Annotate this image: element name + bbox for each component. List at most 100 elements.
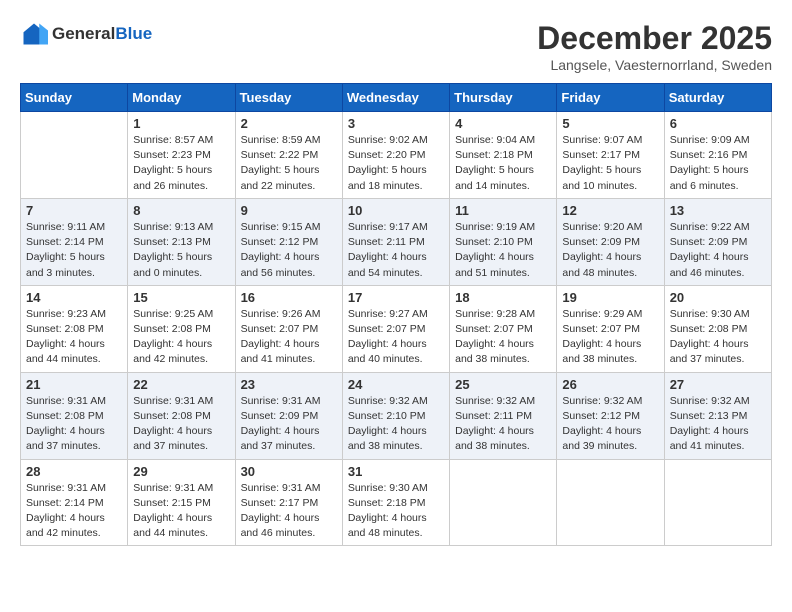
calendar-cell: 21Sunrise: 9:31 AM Sunset: 2:08 PM Dayli… — [21, 372, 128, 459]
day-header-sunday: Sunday — [21, 84, 128, 112]
cell-info: Sunrise: 9:31 AM Sunset: 2:17 PM Dayligh… — [241, 481, 337, 542]
day-header-wednesday: Wednesday — [342, 84, 449, 112]
cell-day-number: 7 — [26, 203, 122, 218]
cell-day-number: 24 — [348, 377, 444, 392]
cell-day-number: 4 — [455, 116, 551, 131]
cell-day-number: 11 — [455, 203, 551, 218]
cell-info: Sunrise: 9:09 AM Sunset: 2:16 PM Dayligh… — [670, 133, 766, 194]
cell-info: Sunrise: 9:31 AM Sunset: 2:08 PM Dayligh… — [133, 394, 229, 455]
week-row-1: 1Sunrise: 8:57 AM Sunset: 2:23 PM Daylig… — [21, 112, 772, 199]
cell-info: Sunrise: 9:27 AM Sunset: 2:07 PM Dayligh… — [348, 307, 444, 368]
week-row-4: 21Sunrise: 9:31 AM Sunset: 2:08 PM Dayli… — [21, 372, 772, 459]
cell-day-number: 6 — [670, 116, 766, 131]
cell-info: Sunrise: 9:22 AM Sunset: 2:09 PM Dayligh… — [670, 220, 766, 281]
cell-info: Sunrise: 9:30 AM Sunset: 2:08 PM Dayligh… — [670, 307, 766, 368]
calendar-cell: 12 Sunrise: 9:20 AM Sunset: 2:09 PM Dayli… — [557, 198, 664, 285]
calendar-cell: 11 Sunrise: 9:19 AM Sunset: 2:10 PM Dayli… — [450, 198, 557, 285]
calendar-cell: 29 Sunrise: 9:31 AM Sunset: 2:15 PM Dayli… — [128, 459, 235, 546]
calendar-cell: 25Sunrise: 9:32 AM Sunset: 2:11 PM Dayli… — [450, 372, 557, 459]
cell-info: Sunrise: 9:29 AM Sunset: 2:07 PM Dayligh… — [562, 307, 658, 368]
cell-info: Sunrise: 9:32 AM Sunset: 2:12 PM Dayligh… — [562, 394, 658, 455]
calendar-cell: 27Sunrise: 9:32 AM Sunset: 2:13 PM Dayli… — [664, 372, 771, 459]
cell-info: Sunrise: 9:02 AM Sunset: 2:20 PM Dayligh… — [348, 133, 444, 194]
cell-day-number: 9 — [241, 203, 337, 218]
cell-day-number: 12 — [562, 203, 658, 218]
cell-day-number: 22 — [133, 377, 229, 392]
cell-info: Sunrise: 9:30 AM Sunset: 2:18 PM Dayligh… — [348, 481, 444, 542]
calendar-cell: 17 Sunrise: 9:27 AM Sunset: 2:07 PM Dayli… — [342, 285, 449, 372]
cell-info: Sunrise: 9:32 AM Sunset: 2:11 PM Dayligh… — [455, 394, 551, 455]
cell-day-number: 17 — [348, 290, 444, 305]
logo-blue: Blue — [115, 24, 152, 43]
header-row: SundayMondayTuesdayWednesdayThursdayFrid… — [21, 84, 772, 112]
calendar-cell: 15 Sunrise: 9:25 AM Sunset: 2:08 PM Dayli… — [128, 285, 235, 372]
calendar-cell — [450, 459, 557, 546]
cell-info: Sunrise: 9:31 AM Sunset: 2:15 PM Dayligh… — [133, 481, 229, 542]
cell-day-number: 28 — [26, 464, 122, 479]
calendar-cell: 2 Sunrise: 8:59 AM Sunset: 2:22 PM Daylig… — [235, 112, 342, 199]
cell-day-number: 14 — [26, 290, 122, 305]
day-header-thursday: Thursday — [450, 84, 557, 112]
cell-day-number: 15 — [133, 290, 229, 305]
cell-info: Sunrise: 9:15 AM Sunset: 2:12 PM Dayligh… — [241, 220, 337, 281]
cell-day-number: 18 — [455, 290, 551, 305]
cell-info: Sunrise: 9:20 AM Sunset: 2:09 PM Dayligh… — [562, 220, 658, 281]
calendar-cell: 13 Sunrise: 9:22 AM Sunset: 2:09 PM Dayli… — [664, 198, 771, 285]
calendar-cell: 26 Sunrise: 9:32 AM Sunset: 2:12 PM Dayli… — [557, 372, 664, 459]
logo-icon — [20, 20, 48, 48]
cell-day-number: 23 — [241, 377, 337, 392]
title-area: December 2025 Langsele, Vaesternorrland,… — [537, 20, 772, 73]
week-row-2: 7 Sunrise: 9:11 AM Sunset: 2:14 PM Daylig… — [21, 198, 772, 285]
calendar-cell — [664, 459, 771, 546]
day-header-tuesday: Tuesday — [235, 84, 342, 112]
logo-general: General — [52, 24, 115, 43]
calendar-cell: 20 Sunrise: 9:30 AM Sunset: 2:08 PM Dayli… — [664, 285, 771, 372]
cell-info: Sunrise: 9:25 AM Sunset: 2:08 PM Dayligh… — [133, 307, 229, 368]
calendar-cell: 22 Sunrise: 9:31 AM Sunset: 2:08 PM Dayli… — [128, 372, 235, 459]
cell-day-number: 2 — [241, 116, 337, 131]
cell-info: Sunrise: 9:19 AM Sunset: 2:10 PM Dayligh… — [455, 220, 551, 281]
calendar-cell: 10 Sunrise: 9:17 AM Sunset: 2:11 PM Dayli… — [342, 198, 449, 285]
calendar-cell: 1Sunrise: 8:57 AM Sunset: 2:23 PM Daylig… — [128, 112, 235, 199]
day-header-saturday: Saturday — [664, 84, 771, 112]
calendar-cell: 24 Sunrise: 9:32 AM Sunset: 2:10 PM Dayli… — [342, 372, 449, 459]
cell-day-number: 20 — [670, 290, 766, 305]
cell-info: Sunrise: 9:32 AM Sunset: 2:10 PM Dayligh… — [348, 394, 444, 455]
week-row-3: 14Sunrise: 9:23 AM Sunset: 2:08 PM Dayli… — [21, 285, 772, 372]
calendar-cell: 5 Sunrise: 9:07 AM Sunset: 2:17 PM Daylig… — [557, 112, 664, 199]
calendar-cell: 6 Sunrise: 9:09 AM Sunset: 2:16 PM Daylig… — [664, 112, 771, 199]
cell-day-number: 27 — [670, 377, 766, 392]
week-row-5: 28Sunrise: 9:31 AM Sunset: 2:14 PM Dayli… — [21, 459, 772, 546]
calendar-cell: 7 Sunrise: 9:11 AM Sunset: 2:14 PM Daylig… — [21, 198, 128, 285]
cell-day-number: 19 — [562, 290, 658, 305]
calendar-cell: 19 Sunrise: 9:29 AM Sunset: 2:07 PM Dayli… — [557, 285, 664, 372]
month-title: December 2025 — [537, 20, 772, 57]
header: GeneralBlue December 2025 Langsele, Vaes… — [20, 20, 772, 73]
calendar-cell: 31 Sunrise: 9:30 AM Sunset: 2:18 PM Dayli… — [342, 459, 449, 546]
cell-info: Sunrise: 9:13 AM Sunset: 2:13 PM Dayligh… — [133, 220, 229, 281]
cell-info: Sunrise: 9:04 AM Sunset: 2:18 PM Dayligh… — [455, 133, 551, 194]
cell-day-number: 31 — [348, 464, 444, 479]
calendar-cell: 9 Sunrise: 9:15 AM Sunset: 2:12 PM Daylig… — [235, 198, 342, 285]
cell-day-number: 3 — [348, 116, 444, 131]
calendar-cell: 3 Sunrise: 9:02 AM Sunset: 2:20 PM Daylig… — [342, 112, 449, 199]
cell-day-number: 10 — [348, 203, 444, 218]
cell-day-number: 13 — [670, 203, 766, 218]
logo: GeneralBlue — [20, 20, 152, 48]
cell-info: Sunrise: 9:31 AM Sunset: 2:09 PM Dayligh… — [241, 394, 337, 455]
calendar-cell: 4 Sunrise: 9:04 AM Sunset: 2:18 PM Daylig… — [450, 112, 557, 199]
location-title: Langsele, Vaesternorrland, Sweden — [537, 57, 772, 73]
calendar-cell — [557, 459, 664, 546]
cell-day-number: 29 — [133, 464, 229, 479]
cell-info: Sunrise: 9:11 AM Sunset: 2:14 PM Dayligh… — [26, 220, 122, 281]
cell-info: Sunrise: 9:28 AM Sunset: 2:07 PM Dayligh… — [455, 307, 551, 368]
cell-info: Sunrise: 9:07 AM Sunset: 2:17 PM Dayligh… — [562, 133, 658, 194]
calendar-cell: 18 Sunrise: 9:28 AM Sunset: 2:07 PM Dayli… — [450, 285, 557, 372]
cell-day-number: 16 — [241, 290, 337, 305]
cell-day-number: 26 — [562, 377, 658, 392]
day-header-monday: Monday — [128, 84, 235, 112]
cell-info: Sunrise: 8:59 AM Sunset: 2:22 PM Dayligh… — [241, 133, 337, 194]
cell-day-number: 1 — [133, 116, 229, 131]
cell-day-number: 5 — [562, 116, 658, 131]
cell-info: Sunrise: 9:17 AM Sunset: 2:11 PM Dayligh… — [348, 220, 444, 281]
